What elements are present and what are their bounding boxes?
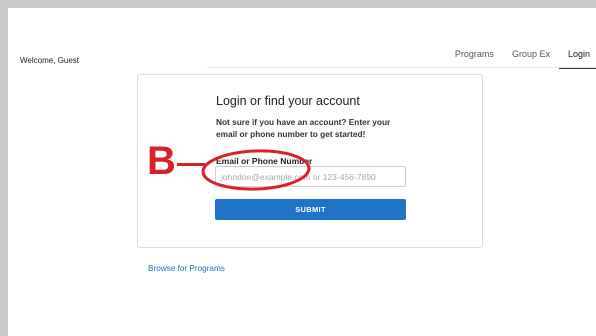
card-title: Login or find your account bbox=[216, 94, 360, 108]
email-phone-input[interactable] bbox=[215, 166, 406, 187]
welcome-text: Welcome, Guest bbox=[20, 56, 79, 65]
top-nav: Programs Group Ex Login bbox=[446, 48, 596, 69]
submit-button[interactable]: SUBMIT bbox=[215, 199, 406, 220]
nav-group-ex[interactable]: Group Ex bbox=[503, 48, 559, 67]
window-frame-left bbox=[0, 0, 8, 336]
card-subtitle: Not sure if you have an account? Enter y… bbox=[216, 117, 391, 139]
login-card: Login or find your account Not sure if y… bbox=[137, 74, 483, 248]
top-bar: Welcome, Guest Programs Group Ex Login bbox=[8, 8, 596, 69]
annotation-pointer-line bbox=[177, 163, 205, 166]
header-divider bbox=[207, 67, 596, 68]
window-frame-top bbox=[0, 0, 596, 8]
nav-login[interactable]: Login bbox=[558, 48, 596, 69]
email-phone-label: Email or Phone Number bbox=[216, 156, 313, 166]
browse-programs-link[interactable]: Browse for Programs bbox=[148, 264, 225, 273]
nav-programs[interactable]: Programs bbox=[446, 48, 503, 67]
annotation-letter: B bbox=[147, 139, 176, 183]
